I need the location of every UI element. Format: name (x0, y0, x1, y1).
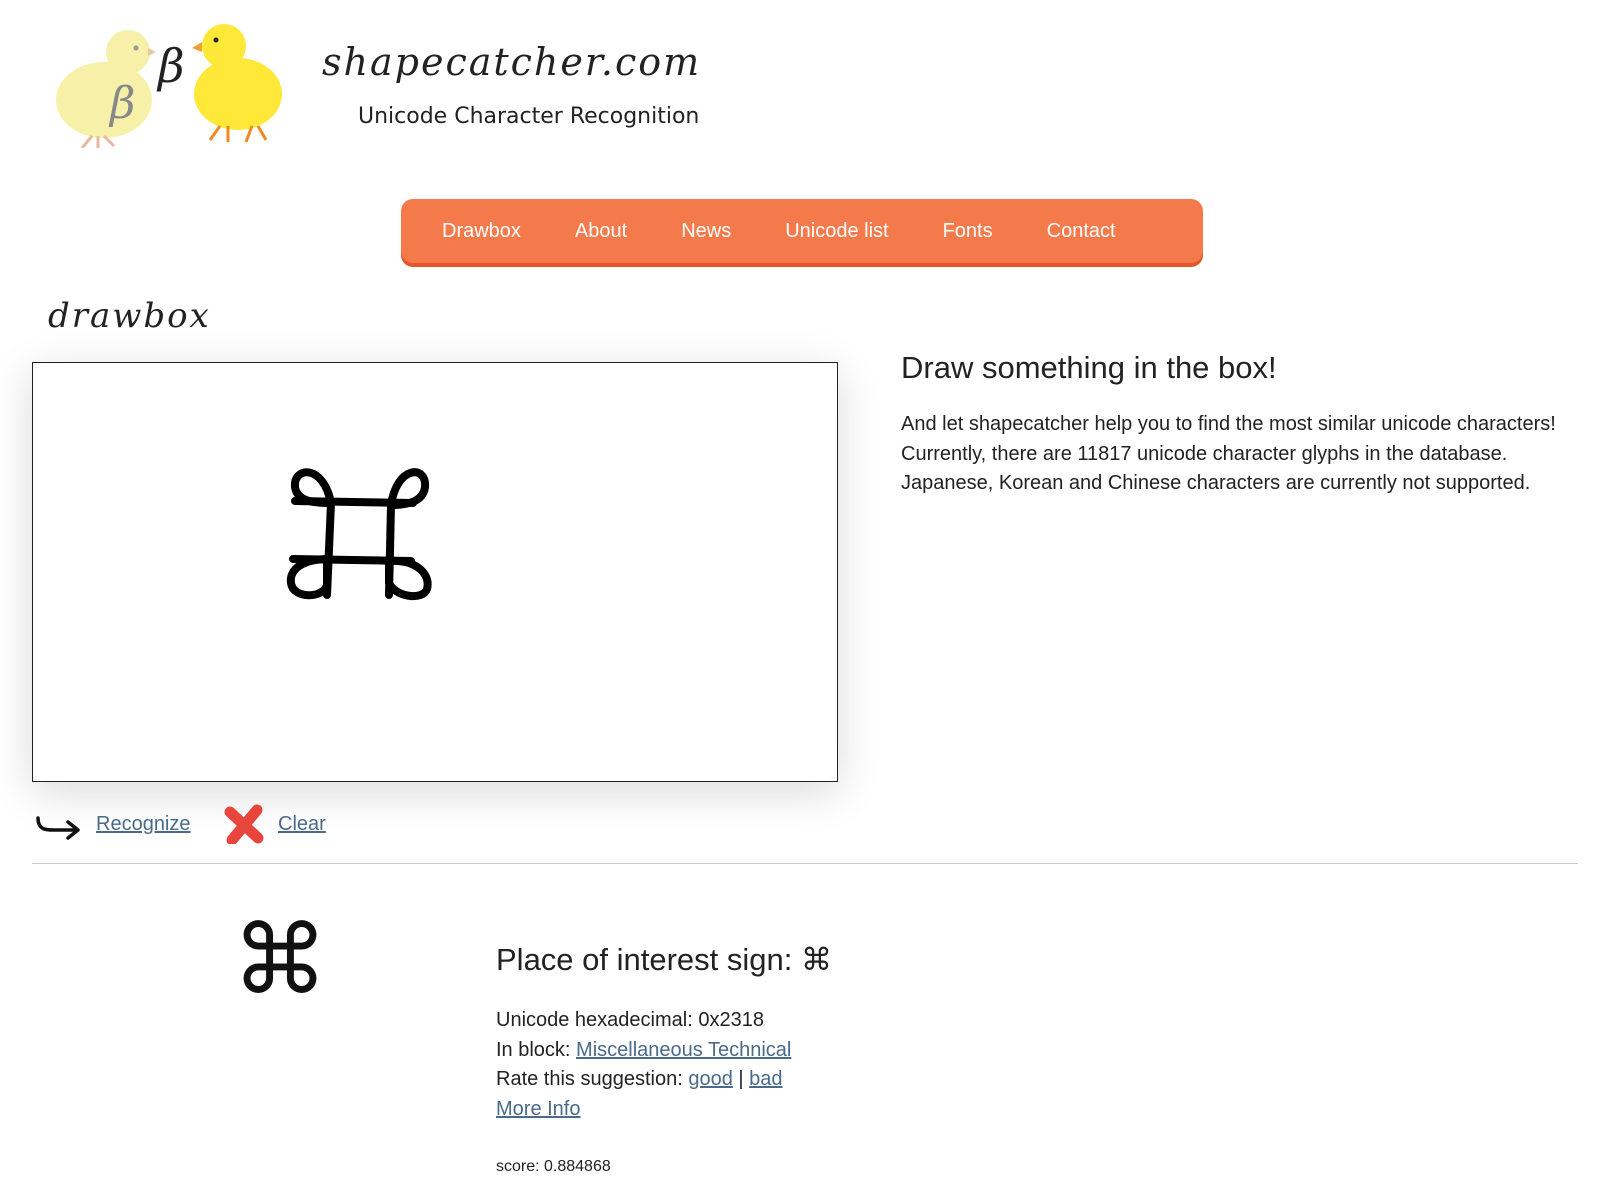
instructions-line-3: Japanese, Korean and Chinese characters … (901, 472, 1531, 494)
result-title: Place of interest sign: ⌘ (496, 942, 832, 978)
nav-fonts[interactable]: Fonts (943, 220, 993, 243)
site-title[interactable]: shapecatcher.com (322, 40, 701, 84)
logo-beta-left: β (108, 78, 135, 129)
rate-separator: | (732, 1068, 750, 1090)
logo-beta-right: β (156, 39, 185, 93)
block-link[interactable]: Miscellaneous Technical (576, 1039, 791, 1061)
drawn-command-symbol (286, 468, 432, 601)
instructions-line-2: Currently, there are 11817 unicode chara… (901, 442, 1508, 465)
unicode-block: In block: Miscellaneous Technical (496, 1036, 791, 1066)
instructions-heading: Draw something in the box! (901, 350, 1277, 385)
nav-news[interactable]: News (681, 220, 731, 243)
more-info: More Info (496, 1095, 791, 1125)
nav-drawbox[interactable]: Drawbox (442, 220, 521, 243)
drawbox-heading: drawbox (48, 296, 211, 336)
block-label: In block: (496, 1038, 577, 1061)
nav-contact[interactable]: Contact (1047, 220, 1116, 243)
result-title-glyph: ⌘ (801, 942, 832, 978)
site-subtitle: Unicode Character Recognition (358, 104, 700, 129)
recognize-link[interactable]: Recognize (96, 813, 191, 836)
clear-link[interactable]: Clear (278, 813, 326, 836)
nav-about[interactable]: About (575, 220, 627, 243)
result-glyph: ⌘ (232, 904, 328, 1016)
instructions-line-1: And let shapecatcher help you to find th… (901, 413, 1556, 435)
rate-suggestion: Rate this suggestion: good | bad (496, 1065, 791, 1095)
rate-good-link[interactable]: good (688, 1068, 733, 1090)
rate-label: Rate this suggestion: (496, 1068, 689, 1090)
nav-unicode-list[interactable]: Unicode list (785, 220, 888, 243)
clear-action[interactable]: Clear (224, 804, 326, 844)
return-arrow-icon (36, 816, 80, 840)
section-divider (32, 863, 1578, 864)
main-nav: Drawbox About News Unicode list Fonts Co… (401, 199, 1203, 263)
red-x-icon (224, 804, 264, 844)
unicode-hex: Unicode hexadecimal: 0x2318 (496, 1009, 764, 1031)
rate-bad-link[interactable]: bad (749, 1068, 782, 1090)
more-info-link[interactable]: More Info (496, 1098, 580, 1120)
result-details: Unicode hexadecimal: 0x2318 In block: Mi… (496, 1006, 791, 1124)
page: β β shapecatcher.com Unicode Character R… (0, 0, 1600, 1192)
result-score: score: 0.884868 (496, 1158, 611, 1175)
recognize-action[interactable]: Recognize (34, 808, 191, 840)
result-name: Place of interest sign: (496, 942, 801, 977)
instructions-text: And let shapecatcher help you to find th… (901, 410, 1561, 499)
drawing-canvas[interactable] (32, 362, 838, 782)
chicks-logo-icon: β β (56, 24, 282, 148)
